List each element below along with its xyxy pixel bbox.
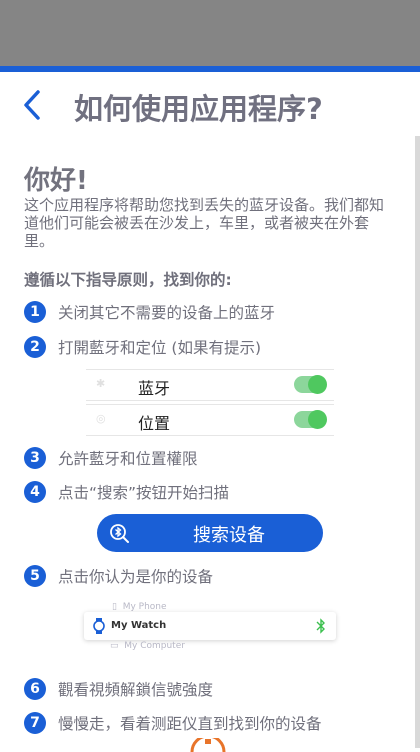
step-number-badge: 3 — [24, 447, 46, 469]
step-1: 1 关闭其它不需要的设备上的蓝牙 — [24, 300, 275, 324]
switch-knob — [308, 410, 327, 429]
step-number-badge: 2 — [24, 336, 46, 358]
intro-paragraph: 这个应用程序将帮助您找到丢失的蓝牙设备。我们都知道他们可能会被丢在沙发上，车里，… — [24, 196, 385, 250]
ghost-device-computer: ▭ My Computer — [110, 641, 185, 651]
toggle-label: 位置 — [138, 414, 171, 433]
step-4: 4 点击“搜索”按钮开始扫描 — [24, 480, 229, 504]
step-3: 3 允許藍牙和位置權限 — [24, 446, 198, 470]
ghost-device-phone: ▯ My Phone — [112, 602, 167, 612]
location-switch[interactable] — [294, 410, 327, 429]
location-toggle-row: ◎ 位置 — [86, 404, 334, 436]
step-number-badge: 5 — [24, 565, 46, 587]
status-bar — [0, 0, 420, 66]
bluetooth-toggle-row: ✱ 蓝牙 — [86, 369, 334, 401]
device-card-selected[interactable]: My Watch — [84, 612, 336, 640]
bluetooth-switch[interactable] — [294, 375, 327, 394]
toggle-label: 蓝牙 — [138, 379, 171, 398]
location-icon: ◎ — [96, 412, 106, 425]
scrollbar[interactable] — [415, 136, 420, 748]
computer-icon: ▭ — [110, 641, 119, 651]
chevron-left-icon — [24, 90, 40, 120]
search-devices-label: 搜索设备 — [193, 525, 265, 546]
step-6: 6 觀看視頻解鎖信號強度 — [24, 677, 213, 701]
step-text: 觀看視頻解鎖信號強度 — [58, 681, 214, 699]
step-text: 打開藍牙和定位 (如果有提示) — [58, 339, 262, 357]
phone-icon: ▯ — [112, 602, 117, 612]
greeting-heading: 你好! — [24, 166, 88, 196]
bluetooth-icon: ✱ — [96, 377, 106, 390]
step-text: 点击“搜索”按钮开始扫描 — [58, 484, 230, 502]
step-text: 允許藍牙和位置權限 — [58, 450, 198, 468]
app-header: 如何使用应用程序? — [0, 72, 420, 138]
device-name: My Computer — [124, 641, 185, 651]
step-text: 关闭其它不需要的设备上的蓝牙 — [58, 304, 276, 322]
step-text: 点击你认为是你的设备 — [58, 568, 214, 586]
step-number-badge: 4 — [24, 481, 46, 503]
switch-knob — [308, 375, 327, 394]
device-name: My Phone — [122, 602, 167, 612]
bluetooth-signal-icon — [316, 618, 325, 634]
page-title: 如何使用应用程序? — [74, 92, 323, 126]
device-name: My Watch — [111, 620, 167, 631]
watch-icon — [93, 618, 105, 634]
search-devices-button[interactable]: 搜索设备 — [97, 514, 323, 552]
back-button[interactable] — [18, 86, 52, 124]
step-number-badge: 7 — [24, 712, 46, 734]
step-text: 慢慢走，看着测距仪直到找到你的设备 — [58, 715, 322, 733]
step-7: 7 慢慢走，看着测距仪直到找到你的设备 — [24, 711, 322, 735]
step-number-badge: 1 — [24, 301, 46, 323]
step-number-badge: 6 — [24, 678, 46, 700]
rangefinder-gauge-icon — [190, 738, 226, 752]
step-5: 5 点击你认为是你的设备 — [24, 564, 213, 588]
guidelines-heading: 遵循以下指导原则，找到你的: — [24, 271, 232, 289]
step-2: 2 打開藍牙和定位 (如果有提示) — [24, 335, 261, 359]
